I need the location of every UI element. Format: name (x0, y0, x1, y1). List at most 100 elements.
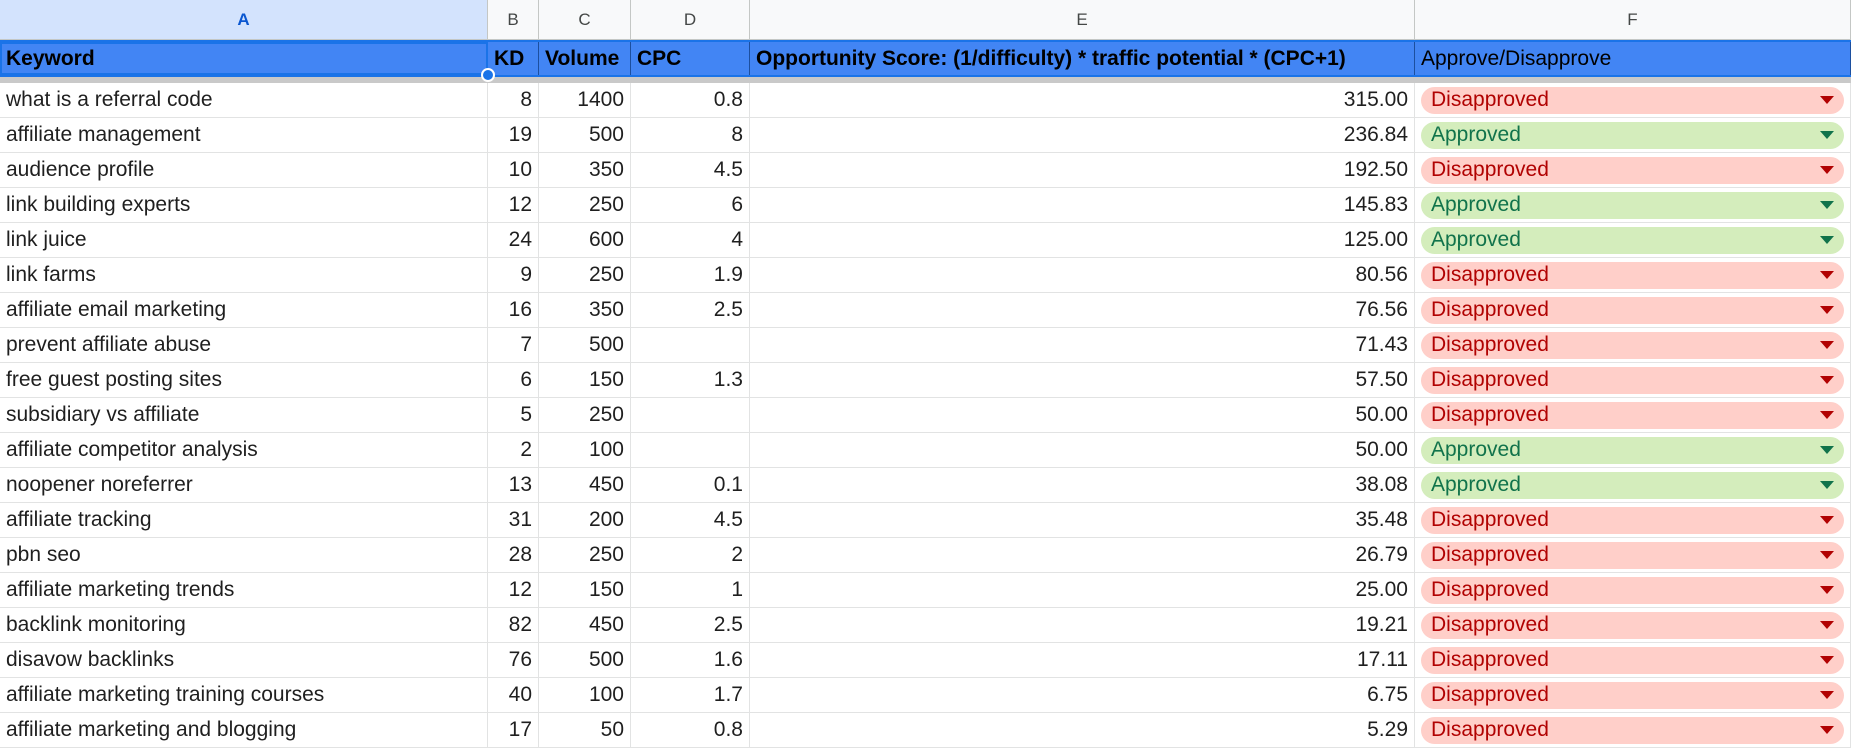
status-dropdown-chip[interactable]: Disapproved (1421, 261, 1844, 289)
status-dropdown-chip[interactable]: Disapproved (1421, 86, 1844, 114)
cell-keyword[interactable]: prevent affiliate abuse (0, 328, 488, 362)
cell-kd[interactable]: 6 (488, 363, 539, 397)
column-header-f[interactable]: F (1415, 0, 1851, 39)
cell-keyword[interactable]: audience profile (0, 153, 488, 187)
status-dropdown-chip[interactable]: Disapproved (1421, 646, 1844, 674)
cell-kd[interactable]: 9 (488, 258, 539, 292)
header-cell-volume[interactable]: Volume (539, 42, 631, 75)
cell-volume[interactable]: 50 (539, 713, 631, 747)
cell-cpc[interactable]: 0.8 (631, 83, 750, 117)
cell-opportunity-score[interactable]: 25.00 (750, 573, 1415, 607)
cell-cpc[interactable]: 1.3 (631, 363, 750, 397)
header-cell-approve[interactable]: Approve/Disapprove (1415, 42, 1851, 75)
cell-opportunity-score[interactable]: 71.43 (750, 328, 1415, 362)
cell-kd[interactable]: 16 (488, 293, 539, 327)
status-dropdown-chip[interactable]: Disapproved (1421, 366, 1844, 394)
cell-volume[interactable]: 450 (539, 468, 631, 502)
cell-opportunity-score[interactable]: 315.00 (750, 83, 1415, 117)
cell-volume[interactable]: 250 (539, 188, 631, 222)
cell-opportunity-score[interactable]: 50.00 (750, 433, 1415, 467)
column-header-e[interactable]: E (750, 0, 1415, 39)
dropdown-arrow-icon[interactable] (1820, 341, 1834, 349)
cell-keyword[interactable]: link juice (0, 223, 488, 257)
cell-volume[interactable]: 150 (539, 573, 631, 607)
status-dropdown-chip[interactable]: Disapproved (1421, 401, 1844, 429)
cell-keyword[interactable]: what is a referral code (0, 83, 488, 117)
cell-volume[interactable]: 1400 (539, 83, 631, 117)
cell-cpc[interactable] (631, 328, 750, 362)
status-dropdown-chip[interactable]: Disapproved (1421, 576, 1844, 604)
dropdown-arrow-icon[interactable] (1820, 306, 1834, 314)
header-cell-opportunity-score[interactable]: Opportunity Score: (1/difficulty) * traf… (750, 42, 1415, 75)
cell-kd[interactable]: 10 (488, 153, 539, 187)
cell-cpc[interactable]: 4 (631, 223, 750, 257)
dropdown-arrow-icon[interactable] (1820, 516, 1834, 524)
status-dropdown-chip[interactable]: Disapproved (1421, 331, 1844, 359)
cell-cpc[interactable]: 2.5 (631, 293, 750, 327)
cell-volume[interactable]: 100 (539, 678, 631, 712)
cell-kd[interactable]: 8 (488, 83, 539, 117)
selection-fill-handle[interactable] (481, 68, 495, 82)
cell-kd[interactable]: 13 (488, 468, 539, 502)
cell-kd[interactable]: 12 (488, 573, 539, 607)
dropdown-arrow-icon[interactable] (1820, 656, 1834, 664)
status-dropdown-chip[interactable]: Disapproved (1421, 541, 1844, 569)
dropdown-arrow-icon[interactable] (1820, 201, 1834, 209)
cell-opportunity-score[interactable]: 57.50 (750, 363, 1415, 397)
status-dropdown-chip[interactable]: Approved (1421, 471, 1844, 499)
dropdown-arrow-icon[interactable] (1820, 726, 1834, 734)
column-header-a[interactable]: A (0, 0, 488, 39)
dropdown-arrow-icon[interactable] (1820, 376, 1834, 384)
cell-kd[interactable]: 17 (488, 713, 539, 747)
cell-keyword[interactable]: free guest posting sites (0, 363, 488, 397)
cell-volume[interactable]: 500 (539, 643, 631, 677)
status-dropdown-chip[interactable]: Approved (1421, 121, 1844, 149)
cell-keyword[interactable]: link farms (0, 258, 488, 292)
status-dropdown-chip[interactable]: Disapproved (1421, 681, 1844, 709)
cell-opportunity-score[interactable]: 50.00 (750, 398, 1415, 432)
cell-kd[interactable]: 82 (488, 608, 539, 642)
cell-kd[interactable]: 24 (488, 223, 539, 257)
cell-cpc[interactable]: 2 (631, 538, 750, 572)
status-dropdown-chip[interactable]: Disapproved (1421, 716, 1844, 744)
cell-cpc[interactable]: 0.1 (631, 468, 750, 502)
dropdown-arrow-icon[interactable] (1820, 691, 1834, 699)
cell-keyword[interactable]: subsidiary vs affiliate (0, 398, 488, 432)
dropdown-arrow-icon[interactable] (1820, 131, 1834, 139)
cell-opportunity-score[interactable]: 6.75 (750, 678, 1415, 712)
cell-keyword[interactable]: backlink monitoring (0, 608, 488, 642)
cell-cpc[interactable]: 1 (631, 573, 750, 607)
cell-opportunity-score[interactable]: 236.84 (750, 118, 1415, 152)
cell-opportunity-score[interactable]: 26.79 (750, 538, 1415, 572)
cell-cpc[interactable] (631, 433, 750, 467)
cell-kd[interactable]: 5 (488, 398, 539, 432)
cell-opportunity-score[interactable]: 5.29 (750, 713, 1415, 747)
status-dropdown-chip[interactable]: Disapproved (1421, 611, 1844, 639)
cell-keyword[interactable]: noopener noreferrer (0, 468, 488, 502)
cell-volume[interactable]: 250 (539, 398, 631, 432)
dropdown-arrow-icon[interactable] (1820, 586, 1834, 594)
cell-keyword[interactable]: disavow backlinks (0, 643, 488, 677)
cell-cpc[interactable]: 0.8 (631, 713, 750, 747)
cell-opportunity-score[interactable]: 35.48 (750, 503, 1415, 537)
cell-kd[interactable]: 7 (488, 328, 539, 362)
dropdown-arrow-icon[interactable] (1820, 481, 1834, 489)
dropdown-arrow-icon[interactable] (1820, 96, 1834, 104)
cell-volume[interactable]: 200 (539, 503, 631, 537)
cell-volume[interactable]: 450 (539, 608, 631, 642)
dropdown-arrow-icon[interactable] (1820, 271, 1834, 279)
status-dropdown-chip[interactable]: Disapproved (1421, 296, 1844, 324)
cell-kd[interactable]: 2 (488, 433, 539, 467)
cell-cpc[interactable]: 6 (631, 188, 750, 222)
cell-volume[interactable]: 350 (539, 293, 631, 327)
cell-cpc[interactable] (631, 398, 750, 432)
dropdown-arrow-icon[interactable] (1820, 621, 1834, 629)
cell-volume[interactable]: 350 (539, 153, 631, 187)
cell-keyword[interactable]: affiliate email marketing (0, 293, 488, 327)
column-header-d[interactable]: D (631, 0, 750, 39)
cell-cpc[interactable]: 1.9 (631, 258, 750, 292)
cell-opportunity-score[interactable]: 38.08 (750, 468, 1415, 502)
column-header-c[interactable]: C (539, 0, 631, 39)
status-dropdown-chip[interactable]: Disapproved (1421, 506, 1844, 534)
cell-volume[interactable]: 500 (539, 328, 631, 362)
